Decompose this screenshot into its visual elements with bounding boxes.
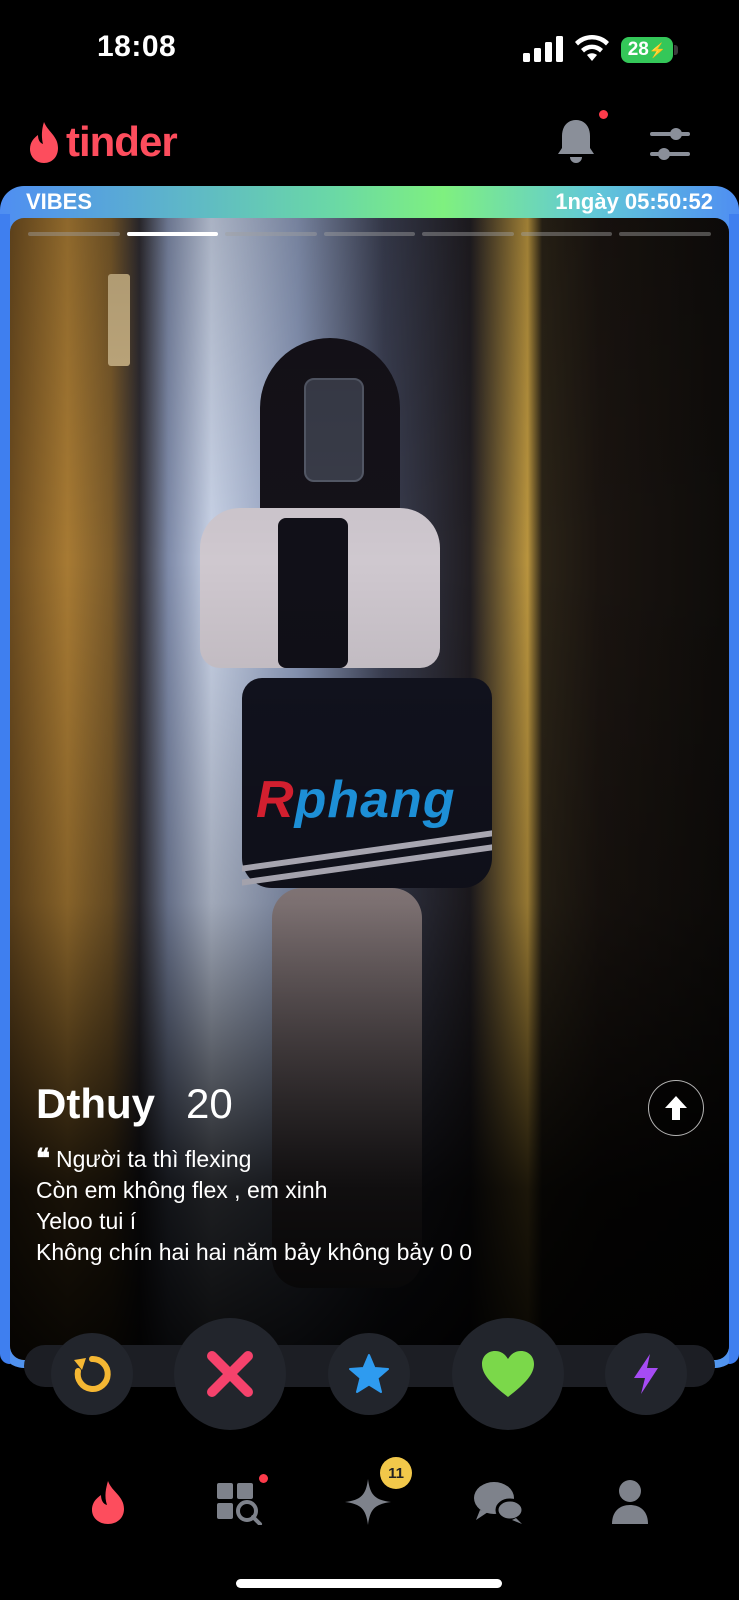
charging-bolt-icon: ⚡ (648, 41, 667, 58)
profile-icon (612, 1480, 648, 1524)
boost-button[interactable] (605, 1333, 687, 1415)
bio-line: Không chín hai hai năm bảy không bảy 0 0 (36, 1239, 473, 1265)
bio-text: Người ta thì flexing (56, 1146, 252, 1172)
battery-tip (674, 45, 678, 55)
nope-icon (207, 1351, 253, 1397)
photo-progress-segment[interactable] (126, 232, 219, 236)
status-time: 18:08 (97, 30, 177, 63)
super-like-icon (349, 1354, 389, 1393)
open-profile-button[interactable] (648, 1080, 704, 1136)
home-flame-icon (92, 1481, 124, 1524)
bio-line: ❝ Người ta thì flexing (36, 1144, 676, 1175)
photo-progress-segment[interactable] (619, 232, 712, 236)
photo-progress-bar (28, 232, 712, 238)
battery-indicator: 28 ⚡ (621, 37, 673, 63)
like-icon (482, 1351, 534, 1397)
photo-progress-segment[interactable] (225, 232, 317, 236)
photo-progress-segment[interactable] (520, 232, 613, 236)
home-indicator[interactable] (236, 1579, 502, 1588)
notifications-bell-icon[interactable] (556, 118, 596, 166)
arrow-up-icon (665, 1096, 687, 1120)
battery-level: 28 (627, 39, 649, 60)
rewind-icon (74, 1355, 111, 1392)
photo-progress-segment[interactable] (28, 232, 120, 236)
bio-line: Còn em không flex , em xinh (36, 1177, 328, 1203)
logo-text: tinder (66, 118, 178, 165)
tab-chat[interactable] (468, 1474, 528, 1530)
vibes-badge: VIBES (26, 189, 93, 214)
boost-icon (634, 1354, 658, 1394)
photo-progress-segment[interactable] (422, 232, 514, 236)
vibes-countdown: 1ngày 05:50:52 (555, 189, 713, 214)
rewind-button[interactable] (51, 1333, 133, 1415)
photo-progress-segment[interactable] (323, 232, 416, 236)
wifi-icon (575, 34, 609, 61)
tab-home[interactable] (78, 1474, 138, 1530)
cellular-signal-icon (523, 36, 563, 62)
like-button[interactable] (452, 1318, 564, 1430)
card-frame-left-edge (0, 214, 10, 1364)
quote-icon: ❝ (36, 1144, 50, 1174)
profile-bio: ❝ Người ta thì flexing Còn em không flex … (36, 1144, 676, 1268)
tinder-logo[interactable]: tinder (26, 118, 178, 166)
card-frame-right-edge (729, 214, 739, 1364)
nope-button[interactable] (174, 1318, 286, 1430)
profile-age: 20 (186, 1080, 233, 1127)
super-like-button[interactable] (328, 1333, 410, 1415)
watermark: Rphang (256, 770, 456, 830)
flame-icon (30, 122, 58, 163)
gold-badge-count: 11 (380, 1457, 412, 1489)
watermark-letter: R (256, 771, 295, 829)
watermark-text: phang (294, 771, 456, 829)
explore-icon (217, 1483, 262, 1525)
explore-notification-dot (259, 1474, 268, 1483)
bio-line: Yeloo tui í (36, 1208, 137, 1234)
tab-profile[interactable] (600, 1474, 660, 1530)
tab-explore[interactable] (208, 1474, 268, 1530)
filter-settings-icon[interactable] (648, 124, 692, 164)
chat-icon (474, 1482, 525, 1524)
profile-name: Dthuy (36, 1080, 155, 1127)
notification-dot (599, 110, 608, 119)
